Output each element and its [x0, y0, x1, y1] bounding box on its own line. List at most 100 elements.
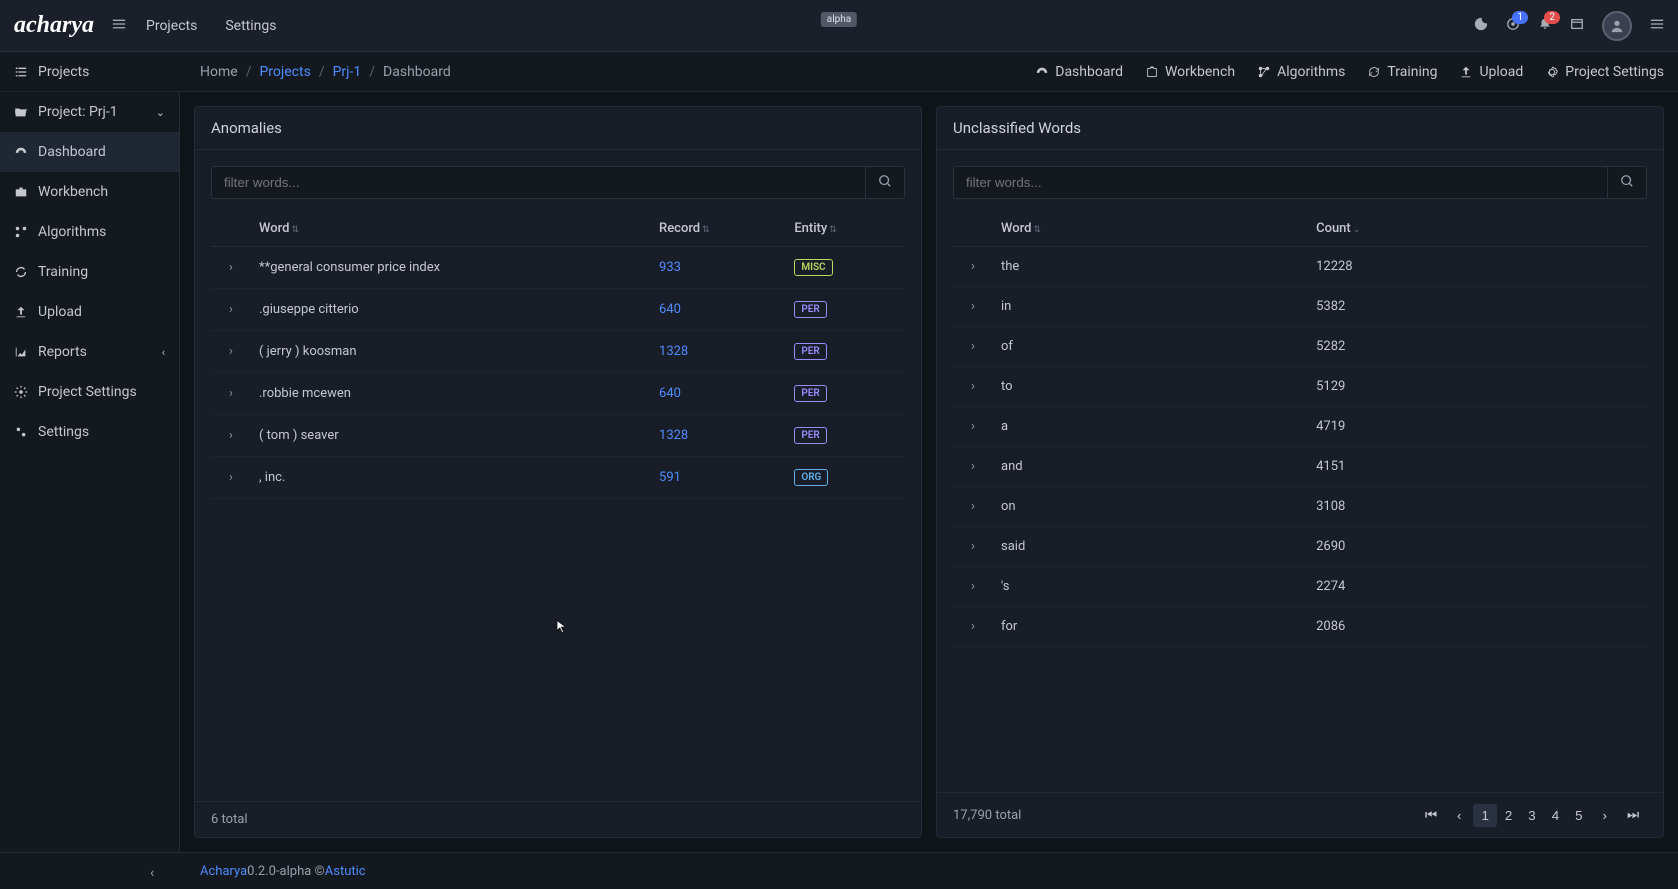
record-link[interactable]: 1328: [659, 344, 688, 359]
page-5[interactable]: 5: [1567, 804, 1590, 827]
menu-toggle-icon[interactable]: [112, 17, 126, 35]
cell-count: 2274: [1308, 567, 1647, 607]
gear-icon: [14, 385, 28, 399]
window-icon[interactable]: [1570, 17, 1584, 35]
theme-toggle-icon[interactable]: [1474, 17, 1488, 35]
sidebar-item-reports[interactable]: Reports ‹: [0, 332, 179, 372]
sidebar-item-label: Settings: [38, 424, 89, 440]
footer-company-link[interactable]: Astutic: [325, 864, 366, 879]
crumb-projects[interactable]: Projects: [259, 64, 310, 80]
entity-tag: ORG: [794, 469, 828, 486]
record-link[interactable]: 933: [659, 260, 681, 275]
cell-record: 1328: [651, 331, 786, 373]
page-last[interactable]: ⏭: [1619, 803, 1647, 827]
user-avatar[interactable]: [1602, 11, 1632, 41]
crumb-project[interactable]: Prj-1: [333, 64, 362, 80]
topnav-projects[interactable]: Projects: [146, 18, 197, 34]
sidebar-item-label: Reports: [38, 344, 87, 360]
cell-word: **general consumer price index: [251, 247, 651, 289]
expand-row-icon[interactable]: ›: [211, 331, 251, 373]
expand-row-icon[interactable]: ›: [953, 607, 993, 647]
expand-row-icon[interactable]: ›: [211, 457, 251, 499]
record-link[interactable]: 591: [659, 470, 681, 485]
expand-row-icon[interactable]: ›: [211, 247, 251, 289]
sidebar-item-settings[interactable]: Settings: [0, 412, 179, 452]
secnav-training[interactable]: Training: [1367, 64, 1437, 80]
breadcrumb: Home / Projects / Prj-1 / Dashboard: [200, 64, 451, 80]
table-row: ›said2690: [953, 527, 1647, 567]
col-record[interactable]: Record⇅: [651, 211, 786, 247]
expand-row-icon[interactable]: ›: [211, 289, 251, 331]
sidebar-item-algorithms[interactable]: Algorithms: [0, 212, 179, 252]
table-row: ›**general consumer price index 933 MISC: [211, 247, 905, 289]
secnav-algorithms[interactable]: Algorithms: [1257, 64, 1345, 80]
crumb-home: Home: [200, 64, 238, 80]
page-3[interactable]: 3: [1520, 804, 1543, 827]
sidebar-item-label: Algorithms: [38, 224, 106, 240]
sidebar-item-label: Training: [38, 264, 88, 280]
record-link[interactable]: 640: [659, 386, 681, 401]
table-row: ›, inc.591ORG: [211, 457, 905, 499]
sidebar-item-project-settings[interactable]: Project Settings: [0, 372, 179, 412]
secnav-upload[interactable]: Upload: [1459, 64, 1523, 80]
topnav-settings[interactable]: Settings: [225, 18, 276, 34]
secnav-dashboard[interactable]: Dashboard: [1035, 64, 1123, 80]
cell-entity: MISC: [786, 247, 905, 289]
col-entity[interactable]: Entity⇅: [786, 211, 905, 247]
notifications-icon[interactable]: 2: [1538, 17, 1552, 35]
expand-row-icon[interactable]: ›: [953, 247, 993, 287]
expand-row-icon[interactable]: ›: [953, 287, 993, 327]
sync-icon: [14, 265, 28, 279]
entity-tag: MISC: [794, 259, 832, 276]
sidebar-collapse-icon[interactable]: ‹: [150, 865, 154, 881]
sidebar-item-training[interactable]: Training: [0, 252, 179, 292]
expand-row-icon[interactable]: ›: [953, 527, 993, 567]
expand-row-icon[interactable]: ›: [953, 487, 993, 527]
search-icon: [878, 174, 892, 188]
unclassified-table: Word⇅ Count⌄ ›the12228›in5382›of5282›to5…: [953, 211, 1647, 647]
page-first[interactable]: ⏮: [1417, 803, 1445, 827]
expand-row-icon[interactable]: ›: [953, 447, 993, 487]
sidebar-item-dashboard[interactable]: Dashboard: [0, 132, 179, 172]
expand-row-icon[interactable]: ›: [953, 327, 993, 367]
secnav-workbench[interactable]: Workbench: [1145, 64, 1235, 80]
secnav-project-settings[interactable]: Project Settings: [1545, 64, 1664, 80]
cell-word: on: [993, 487, 1308, 527]
col-count[interactable]: Count⌄: [1308, 211, 1647, 247]
cell-word: ( tom ) seaver: [251, 415, 651, 457]
record-link[interactable]: 640: [659, 302, 681, 317]
page-prev[interactable]: ‹: [1449, 804, 1469, 827]
topbar-right: 1 2: [1474, 11, 1664, 41]
page-1[interactable]: 1: [1473, 804, 1496, 827]
expand-row-icon[interactable]: ›: [953, 567, 993, 607]
col-word[interactable]: Word⇅: [251, 211, 651, 247]
chart-icon: [14, 345, 28, 359]
anomalies-search-button[interactable]: [866, 166, 905, 199]
table-row: ›.robbie mcewen640PER: [211, 373, 905, 415]
col-word[interactable]: Word⇅: [993, 211, 1308, 247]
sidebar-item-upload[interactable]: Upload: [0, 292, 179, 332]
expand-row-icon[interactable]: ›: [953, 367, 993, 407]
unclassified-filter-input[interactable]: [953, 166, 1608, 199]
cell-record: 933: [651, 247, 786, 289]
record-link[interactable]: 1328: [659, 428, 688, 443]
footer-app-link[interactable]: Acharya: [200, 864, 247, 879]
page-4[interactable]: 4: [1544, 804, 1567, 827]
cell-entity: ORG: [786, 457, 905, 499]
page-2[interactable]: 2: [1497, 804, 1520, 827]
expand-row-icon[interactable]: ›: [953, 407, 993, 447]
release-badge: alpha: [821, 12, 857, 27]
unclassified-pager: ⏮ ‹ 12345 › ⏭: [1417, 803, 1647, 827]
right-menu-icon[interactable]: [1650, 17, 1664, 35]
jobs-icon[interactable]: 1: [1506, 17, 1520, 35]
sidebar-project-selector[interactable]: Project: Prj-1 ⌄: [0, 92, 179, 132]
cell-count: 2086: [1308, 607, 1647, 647]
table-row: ›.giuseppe citterio640PER: [211, 289, 905, 331]
jobs-badge: 1: [1512, 11, 1528, 24]
unclassified-search-button[interactable]: [1608, 166, 1647, 199]
expand-row-icon[interactable]: ›: [211, 415, 251, 457]
page-next[interactable]: ›: [1595, 804, 1615, 827]
sidebar-item-workbench[interactable]: Workbench: [0, 172, 179, 212]
expand-row-icon[interactable]: ›: [211, 373, 251, 415]
anomalies-filter-input[interactable]: [211, 166, 866, 199]
